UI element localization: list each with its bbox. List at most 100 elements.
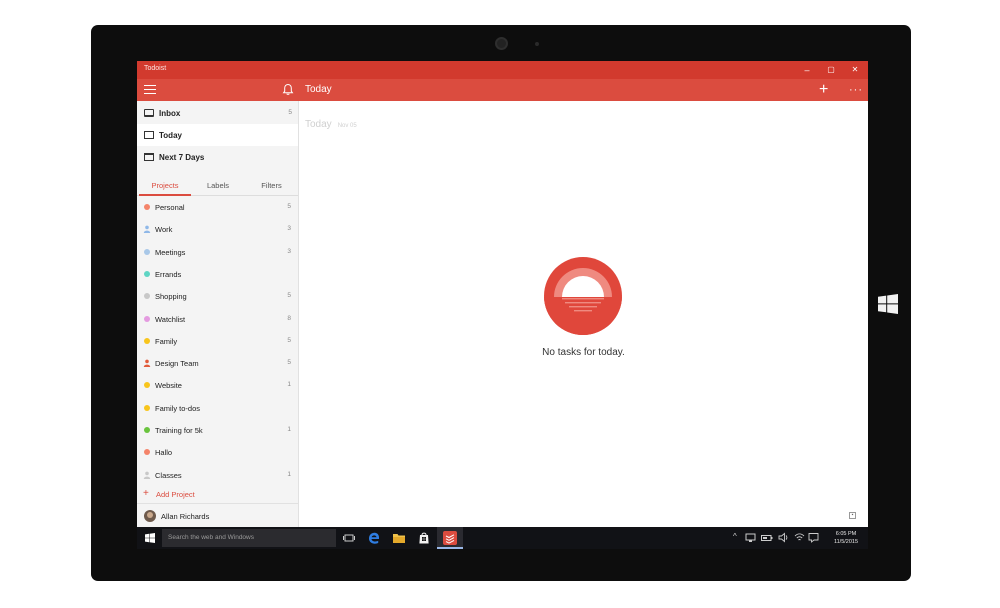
tab-projects[interactable]: Projects [139,180,191,196]
project-count: 1 [287,470,291,478]
calendar-today-icon [144,131,154,139]
store-icon[interactable] [417,531,431,545]
nav-item-count: 5 [288,109,292,116]
project-color-dot [144,449,150,456]
clock-time: 6:05 PM [835,531,857,537]
expand-icon[interactable]: ▪ [849,512,856,519]
taskbar-clock[interactable]: 6:05 PM 11/5/2015 [829,530,863,546]
project-label: Work [155,225,173,235]
project-label: Family [155,336,178,346]
project-color-dot [144,204,150,210]
wifi-icon[interactable] [794,532,805,543]
project-item[interactable]: Shopping 5 [137,289,298,305]
project-label: Family to-dos [155,403,201,413]
nav-item-inbox[interactable]: Inbox 5 [137,102,298,124]
shared-project-icon [143,471,151,479]
project-label: Hallo [155,448,173,458]
project-item[interactable]: Training for 5k 1 [137,423,298,439]
avatar [144,510,156,522]
shared-project-icon [143,359,151,368]
minimize-button[interactable]: – [795,61,819,79]
app-window: Todoist – ▢ ✕ Today + ··· Inbox 5 Today … [137,61,868,549]
sidebar: Inbox 5 Today Next 7 Days Projects Label… [137,101,299,527]
battery-icon[interactable] [761,533,773,543]
empty-state-illustration [544,257,622,335]
project-count: 8 [287,314,291,322]
project-item[interactable]: Family 5 [137,334,298,350]
project-item[interactable]: Classes 1 [137,468,298,484]
nav-item-today[interactable]: Today [137,124,298,146]
main-header: Today Nov 05 [305,114,357,132]
calendar-week-icon [144,153,154,161]
file-explorer-icon[interactable] [392,531,406,545]
tab-labels[interactable]: Labels [191,180,245,196]
tab-filters[interactable]: Filters [245,180,298,196]
edge-browser-icon[interactable] [367,531,381,545]
project-color-dot [144,404,150,411]
project-label: Design Team [155,359,199,369]
sidebar-tabs: Projects Labels Filters [137,180,298,196]
project-label: Personal [155,203,185,212]
add-project-label: Add Project [156,490,195,499]
add-project-button[interactable]: + Add Project [137,488,298,502]
network-icon[interactable] [745,532,756,543]
project-label: Errands [155,269,182,279]
project-item[interactable]: Website 1 [137,378,298,394]
project-color-dot [144,337,150,344]
project-label: Shopping [155,292,187,302]
title-bar: Todoist – ▢ ✕ [137,61,868,79]
project-count: 1 [287,426,291,433]
project-item[interactable]: Work 3 [137,222,298,238]
empty-state-message: No tasks for today. [542,347,625,358]
project-item[interactable]: Personal 5 [137,200,298,216]
taskbar-search-input[interactable]: Search the web and Windows [162,529,336,547]
start-icon[interactable] [145,533,155,543]
menu-icon[interactable] [144,85,156,95]
project-item[interactable]: Meetings 3 [137,245,298,261]
windows-taskbar: Search the web and Windows ^ 6:05 PM 11/… [137,527,868,549]
project-color-dot [144,382,150,389]
project-item[interactable]: Family to-dos [137,401,298,417]
project-count: 1 [287,381,291,389]
project-label: Website [155,381,182,391]
project-label: Watchlist [155,314,186,324]
clock-date: 11/5/2015 [833,539,859,545]
project-color-dot [144,315,150,322]
nav-item-label: Inbox [159,109,181,118]
more-options-icon[interactable]: ··· [849,81,863,99]
action-center-icon[interactable] [808,532,819,543]
close-button[interactable]: ✕ [843,61,867,79]
user-name: Allan Richards [161,512,210,521]
project-color-dot [144,293,150,300]
add-task-button[interactable]: + [819,80,828,100]
plus-icon: + [143,488,149,499]
taskbar-todoist-button[interactable] [437,527,463,549]
windows-logo-icon[interactable] [878,294,898,314]
project-count: 5 [287,203,291,210]
camera-sensor [535,42,539,46]
project-color-dot [144,270,150,277]
project-count: 5 [287,336,291,344]
project-color-dot [144,427,150,433]
nav-item-next-7-days[interactable]: Next 7 Days [137,146,298,168]
project-label: Meetings [155,247,186,257]
volume-icon[interactable] [778,532,789,543]
project-item[interactable]: Design Team 5 [137,356,298,372]
bell-icon[interactable] [282,83,294,96]
project-item[interactable]: Hallo [137,445,298,461]
main-header-date: Nov 05 [337,123,357,129]
project-label: Training for 5k [155,426,203,435]
nav-item-label: Today [159,131,182,140]
task-view-icon[interactable] [342,531,356,545]
chevron-up-icon[interactable]: ^ [733,532,737,541]
camera [495,37,508,50]
project-item[interactable]: Errands [137,267,298,283]
user-profile[interactable]: Allan Richards [137,503,298,527]
main-header-title: Today [305,119,332,130]
project-color-dot [144,248,150,255]
todoist-app-icon [443,531,457,545]
inbox-icon [144,109,154,117]
restore-button[interactable]: ▢ [819,61,843,79]
project-item[interactable]: Watchlist 8 [137,312,298,328]
project-label: Classes [155,470,182,480]
